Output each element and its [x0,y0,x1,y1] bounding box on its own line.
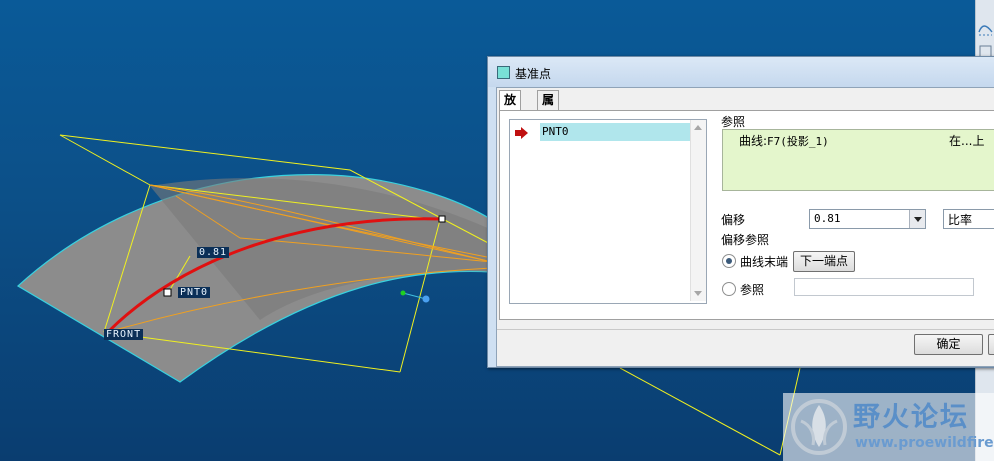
datum-point-marker [163,288,172,297]
dialog-title: 基准点 [515,67,552,81]
watermark-title: 野火论坛 [853,402,969,433]
plane-name-tag[interactable]: FRONT [104,329,144,340]
curve-tool-icon[interactable] [978,22,993,37]
placement-panel: PNT0 参照 曲线:F7(投影_1) 在...上 偏移 0.81 比率 偏移参… [499,110,994,320]
scroll-up-icon[interactable] [694,125,702,130]
reference-curve-prefix: 曲线: [739,134,768,148]
references-label: 参照 [721,115,746,129]
chevron-down-icon[interactable] [909,210,925,228]
curve-end-marker [438,215,446,223]
dialog-app-icon [497,66,510,79]
dialog-divider [497,329,994,330]
next-end-button[interactable]: 下一端点 [793,251,855,272]
point-name-tag[interactable]: PNT0 [178,287,211,298]
radio-curve-end[interactable] [722,254,736,268]
offset-mode-combo[interactable]: 比率 [943,209,994,229]
offset-mode: 比率 [948,213,973,227]
radio-reference[interactable] [722,282,736,296]
references-collector[interactable]: 曲线:F7(投影_1) 在...上 [722,129,994,191]
watermark-url: www.proewildfire.cn [855,435,994,451]
offset-value: 0.81 [814,212,841,225]
datum-point-dialog: 基准点 放置 属性 PNT0 参照 曲线:F7(投影_1) [487,56,994,368]
reference-entry[interactable]: 曲线:F7(投影_1) [739,132,829,149]
reference-option-label: 参照 [740,283,765,297]
watermark: 野火论坛 www.proewildfire.cn [783,393,994,461]
current-item-arrow-icon [515,127,528,139]
points-list-item[interactable]: PNT0 [540,123,690,141]
offset-reference-label: 偏移参照 [721,233,770,247]
forum-logo-icon [791,399,847,455]
dialog-titlebar[interactable]: 基准点 [488,57,994,87]
tab-placement[interactable]: 放置 [499,90,522,126]
offset-label: 偏移 [721,213,746,227]
cancel-button[interactable] [988,334,994,355]
points-list-scrollbar[interactable] [690,120,706,301]
drag-handle-blue [422,295,430,303]
offset-value-tag[interactable]: 0.81 [197,247,230,258]
dialog-client: 放置 属性 PNT0 参照 曲线:F7(投影_1) 在...上 [496,87,994,367]
reference-constraint-type[interactable]: 在...上 [949,132,984,149]
reference-curve-name: F7(投影_1) [767,135,829,148]
offset-reference-field[interactable] [794,278,974,296]
drag-handle-green [400,290,406,296]
curve-end-label: 曲线末端 [740,255,789,269]
ok-button[interactable]: 确定 [914,334,983,355]
points-list[interactable]: PNT0 [509,119,707,304]
tab-properties[interactable]: 属性 [537,90,560,126]
scroll-down-icon[interactable] [694,291,702,296]
offset-value-combo[interactable]: 0.81 [809,209,926,229]
